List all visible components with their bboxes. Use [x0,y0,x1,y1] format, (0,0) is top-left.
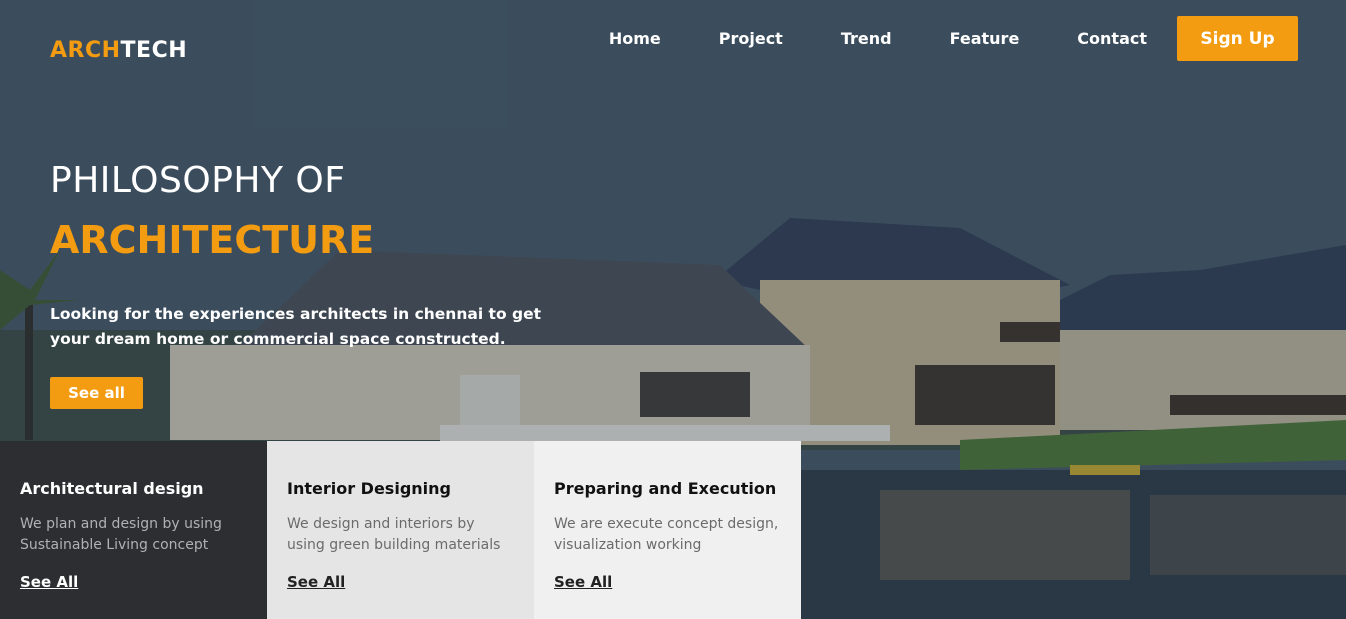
logo-rest: TECH [120,38,188,63]
card-architectural-design: Architectural design We plan and design … [0,441,267,619]
logo[interactable]: ARCHTECH [50,38,187,63]
hero-section: ARCHTECH Home Project Trend Feature Cont… [0,0,1346,619]
hero-title-line1: PHILOSOPHY OF [50,160,346,201]
card-text: We plan and design by using Sustainable … [20,516,222,553]
see-all-button[interactable]: See all [50,377,143,409]
card-text: We are execute concept design, visualiza… [554,516,779,553]
card-see-all-link[interactable]: See All [554,573,612,591]
nav-project[interactable]: Project [719,16,783,61]
nav-contact[interactable]: Contact [1077,16,1147,61]
card-see-all-link[interactable]: See All [20,573,78,591]
card-title: Interior Designing [287,479,451,498]
nav-feature[interactable]: Feature [950,16,1020,61]
card-preparing-execution: Preparing and Execution We are execute c… [534,441,801,619]
main-nav: Home Project Trend Feature Contact Sign … [609,16,1298,61]
nav-trend[interactable]: Trend [841,16,892,61]
card-text: We design and interiors by using green b… [287,516,501,553]
hero-title-line2: ARCHITECTURE [50,218,375,262]
sign-up-button[interactable]: Sign Up [1177,16,1298,61]
nav-home[interactable]: Home [609,16,661,61]
card-title: Preparing and Execution [554,479,777,498]
card-interior-designing: Interior Designing We design and interio… [267,441,534,619]
logo-accent: ARCH [50,38,121,63]
hero-description: Looking for the experiences architects i… [50,305,542,348]
card-title: Architectural design [20,479,204,498]
service-cards: Architectural design We plan and design … [0,441,801,619]
card-see-all-link[interactable]: See All [287,573,345,591]
